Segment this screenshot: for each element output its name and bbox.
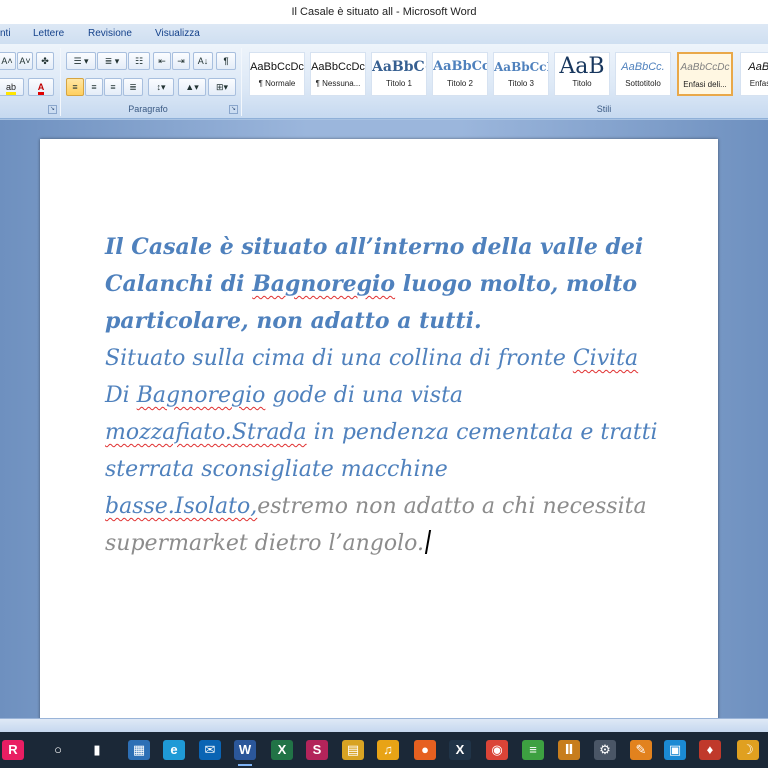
style-preview: AaBbCcI — [494, 60, 548, 74]
document-area: Il Casale è situato all’interno della va… — [0, 120, 768, 729]
word-icon[interactable]: W — [234, 740, 256, 766]
moon-icon[interactable]: ☽ — [737, 740, 759, 760]
tab-visualizza[interactable]: Visualizza — [155, 28, 200, 39]
taskbar: R ○ ▮ ▦ e ✉ W X S ▤ ♫ ● X ◉ ≡ Ⅱ ⚙ ✎ ▣ ♦ ☽ — [0, 732, 768, 768]
text-run: Situato sulla cima di una collina di fro… — [105, 346, 573, 371]
text-run: Di — [105, 383, 137, 408]
misspelled-word: basse.Isolato, — [105, 494, 258, 519]
misspelled-word: Civita — [572, 346, 639, 371]
font-color-icon: A — [37, 82, 45, 95]
shading-icon[interactable]: ▲▾ — [178, 78, 206, 96]
style-nessuna-spaziatura[interactable]: AaBbCcDc ¶ Nessuna... — [310, 52, 366, 96]
ribbon-app-icon[interactable]: R — [2, 740, 24, 760]
style-label: ¶ Nessuna... — [315, 79, 361, 88]
status-bar — [0, 718, 768, 732]
shrink-font-button[interactable]: A˅ — [17, 52, 33, 70]
style-label: Titolo 1 — [386, 79, 412, 88]
style-preview: AaBbCc. — [621, 61, 665, 73]
photos-icon[interactable]: ▣ — [664, 740, 686, 760]
text-run: gode di una vista — [265, 383, 464, 408]
chrome-icon[interactable]: ◉ — [486, 740, 508, 760]
style-titolo[interactable]: AaB Titolo — [554, 52, 610, 96]
onenote-icon[interactable]: S — [306, 740, 328, 760]
task-view-icon[interactable]: ▮ — [86, 740, 108, 760]
align-left-icon[interactable]: ≡ — [66, 78, 84, 96]
style-enfasi[interactable]: AaBl Enfas — [740, 52, 768, 96]
calculator-icon[interactable]: ▦ — [128, 740, 150, 760]
sort-button[interactable]: A↓ — [193, 52, 213, 70]
tab-riferimenti[interactable]: nti — [0, 28, 11, 39]
style-preview: AaBbCcDc — [311, 61, 365, 73]
document-page[interactable]: Il Casale è situato all’interno della va… — [40, 139, 718, 729]
highlight-icon: ab — [5, 82, 16, 95]
style-preview: AaB — [559, 54, 605, 79]
file-explorer-icon[interactable]: ▤ — [342, 740, 364, 760]
style-normale[interactable]: AaBbCcDc ¶ Normale — [249, 52, 305, 96]
body-paragraph: Situato sulla cima di una collina di fro… — [105, 340, 665, 562]
settings-gear-icon[interactable]: ⚙ — [594, 740, 616, 760]
tab-revisione[interactable]: Revisione — [88, 28, 132, 39]
increase-indent-icon[interactable]: ⇥ — [172, 52, 190, 70]
show-marks-button[interactable]: ¶ — [216, 52, 236, 70]
highlight-button[interactable]: ab — [0, 78, 24, 96]
style-enfasi-delicata[interactable]: AaBbCcDc Enfasi deli... — [677, 52, 733, 96]
misspelled-word: mozzafiato.Strada — [105, 420, 307, 445]
multilevel-list-icon[interactable]: ☷ — [128, 52, 150, 70]
decrease-indent-icon[interactable]: ⇤ — [153, 52, 171, 70]
bullet-list-icon[interactable]: ☰ ▾ — [66, 52, 96, 70]
style-label: Enfasi deli... — [683, 80, 727, 89]
heading-paragraph: Il Casale è situato all’interno della va… — [105, 229, 665, 340]
style-label: Titolo 3 — [508, 79, 534, 88]
paragraph-dialog-launcher-icon[interactable]: ↘ — [229, 105, 238, 114]
grow-font-button[interactable]: A˄ — [0, 52, 16, 70]
window-title: Il Casale è situato all - Microsoft Word — [291, 6, 477, 18]
mail-icon[interactable]: ✉ — [199, 740, 221, 760]
music-app-icon[interactable]: ♫ — [377, 740, 399, 760]
style-preview: AaBbCc — [433, 59, 487, 74]
styles-group-label: Stili — [596, 104, 612, 114]
borders-icon[interactable]: ⊞▾ — [208, 78, 236, 96]
style-label: Sottotitolo — [625, 79, 661, 88]
text-cursor — [424, 530, 432, 554]
style-titolo-3[interactable]: AaBbCcI Titolo 3 — [493, 52, 549, 96]
app-red-icon[interactable]: ♦ — [699, 740, 721, 760]
style-label: Titolo 2 — [447, 79, 473, 88]
excel-icon[interactable]: X — [271, 740, 293, 760]
style-label: ¶ Normale — [258, 79, 296, 88]
font-color-button[interactable]: A — [28, 78, 54, 96]
group-separator — [241, 48, 242, 116]
ribbon: A˄ A˅ ✤ ab A ↘ ☰ ▾ ≣ ▾ ☷ ⇤ ⇥ A↓ ¶ ≡ ≡ ≡ … — [0, 44, 768, 119]
style-label: Enfas — [749, 79, 768, 88]
firefox-icon[interactable]: ● — [414, 740, 436, 760]
clear-format-icon[interactable]: ✤ — [36, 52, 54, 70]
style-preview: AaBl — [748, 61, 768, 73]
paint-icon[interactable]: ✎ — [630, 740, 652, 760]
style-titolo-2[interactable]: AaBbCc Titolo 2 — [432, 52, 488, 96]
edge-icon[interactable]: e — [163, 740, 185, 760]
ribbon-tabs: nti Lettere Revisione Visualizza — [0, 24, 768, 44]
align-center-icon[interactable]: ≡ — [85, 78, 103, 96]
justify-icon[interactable]: ≣ — [123, 78, 143, 96]
notepad-icon[interactable]: ≡ — [522, 740, 544, 760]
tab-lettere[interactable]: Lettere — [33, 28, 64, 39]
books-icon[interactable]: Ⅱ — [558, 740, 580, 760]
document-text[interactable]: Il Casale è situato all’interno della va… — [105, 229, 665, 562]
numbered-list-icon[interactable]: ≣ ▾ — [97, 52, 127, 70]
style-preview: AaBbCcDc — [250, 61, 304, 73]
misspelled-word: Bagnoregio — [136, 383, 266, 408]
font-dialog-launcher-icon[interactable]: ↘ — [48, 105, 57, 114]
search-circle-icon[interactable]: ○ — [47, 740, 69, 760]
style-sottotitolo[interactable]: AaBbCc. Sottotitolo — [615, 52, 671, 96]
align-right-icon[interactable]: ≡ — [104, 78, 122, 96]
style-preview: AaBbCcDc — [680, 62, 730, 73]
style-preview: AaBbC‹ — [372, 59, 426, 75]
style-titolo-1[interactable]: AaBbC‹ Titolo 1 — [371, 52, 427, 96]
style-label: Titolo — [572, 79, 592, 88]
misspelled-word: Bagnoregio — [252, 271, 396, 297]
window-title-bar: Il Casale è situato all - Microsoft Word — [0, 0, 768, 24]
paragraph-group-label: Paragrafo — [128, 104, 168, 114]
line-spacing-icon[interactable]: ↕▾ — [148, 78, 174, 96]
xbox-icon[interactable]: X — [449, 740, 471, 760]
